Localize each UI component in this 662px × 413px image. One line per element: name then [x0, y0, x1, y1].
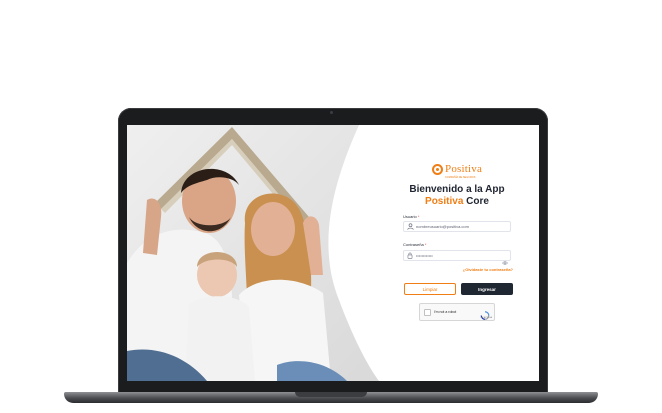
- user-label-text: Usuario: [403, 214, 417, 219]
- positiva-logo: Positiva: [432, 161, 492, 177]
- lock-icon: [406, 252, 414, 260]
- password-label: Contraseña *: [403, 242, 426, 247]
- recaptcha-label: I'm not a robot: [434, 310, 457, 314]
- logo-tagline: COMPAÑÍA DE SEGUROS: [445, 176, 476, 179]
- password-field[interactable]: ••••••••••••: [403, 250, 511, 265]
- user-value: nombreusuario@positiva.com: [416, 224, 469, 229]
- clear-button[interactable]: Limpiar: [404, 283, 456, 295]
- webcam: [330, 111, 333, 114]
- forgot-password-link[interactable]: ¿Olvidaste tu contraseña?: [457, 267, 513, 272]
- laptop-screen: Positiva COMPAÑÍA DE SEGUROS Bienvenido …: [127, 125, 539, 381]
- required-mark: *: [424, 242, 427, 247]
- user-label: Usuario *: [403, 214, 419, 219]
- login-panel: Positiva COMPAÑÍA DE SEGUROS Bienvenido …: [372, 125, 539, 381]
- welcome-heading: Bienvenido a la App: [409, 184, 505, 195]
- password-label-text: Contraseña: [403, 242, 424, 247]
- user-icon: [406, 223, 414, 231]
- recaptcha-checkbox[interactable]: [424, 309, 431, 316]
- laptop-notch: [295, 392, 367, 397]
- welcome-core: Core: [466, 196, 489, 207]
- recaptcha-icon: [480, 307, 490, 320]
- user-field[interactable]: nombreusuario@positiva.com: [403, 221, 511, 232]
- welcome-subheading: Positiva Core: [382, 196, 532, 207]
- required-mark: *: [417, 214, 420, 219]
- eye-icon[interactable]: [502, 253, 508, 265]
- recaptcha-widget: I'm not a robot reCAPTCHA: [419, 303, 495, 321]
- welcome-brand: Positiva: [425, 196, 464, 207]
- password-value: ••••••••••••: [416, 253, 433, 258]
- positiva-logo-icon: [432, 163, 443, 175]
- login-button[interactable]: Ingresar: [461, 283, 513, 295]
- logo-text: Positiva: [445, 163, 483, 175]
- recaptcha-fine-print: reCAPTCHA: [480, 317, 492, 319]
